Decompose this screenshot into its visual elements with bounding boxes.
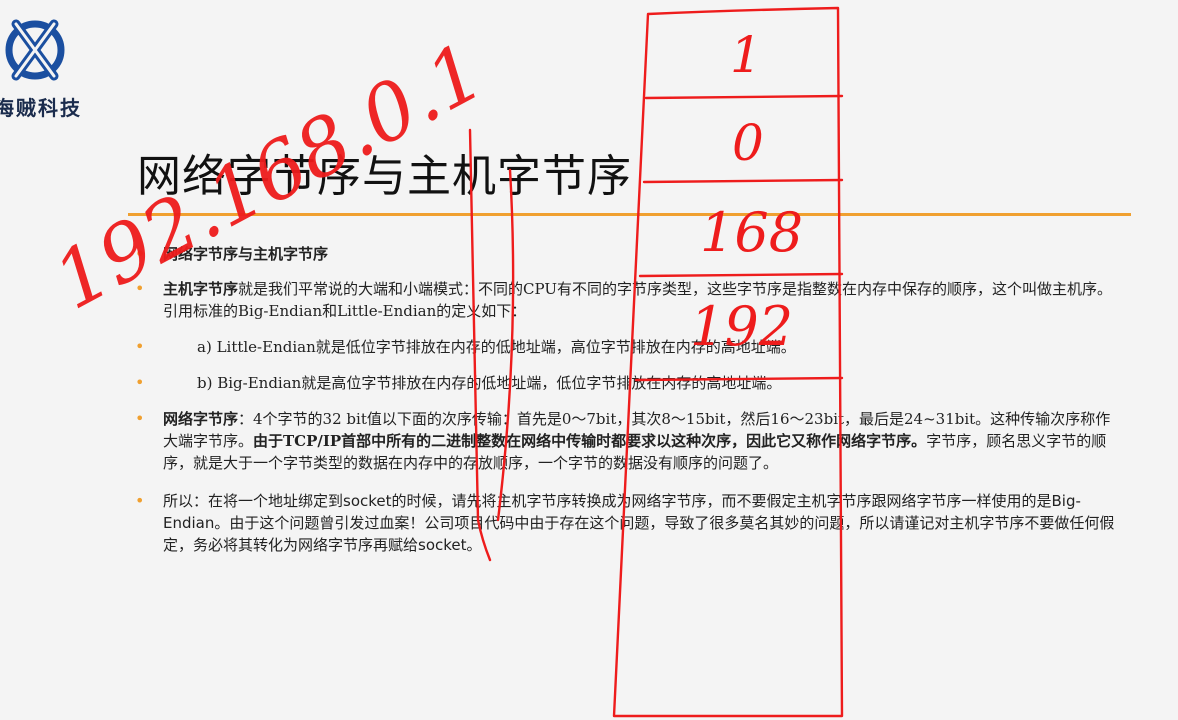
bullet-conclusion: 所以：在将一个地址绑定到socket的时候，请先将主机字节序转换成为网络字节序，… bbox=[135, 490, 1115, 556]
memory-cell-3: 168 bbox=[700, 201, 804, 264]
network-byte-order-term: 网络字节序 bbox=[163, 410, 239, 428]
bullet-heading: 网络字节序与主机字节序 bbox=[135, 243, 1115, 265]
memory-divider-1 bbox=[644, 94, 844, 100]
memory-divider-2 bbox=[642, 178, 844, 184]
memory-cell-4: 192 bbox=[690, 295, 794, 358]
bullet-little-endian: a) Little-Endian就是低位字节排放在内存的低地址端，高位字节排放在… bbox=[135, 336, 1115, 358]
bullet-network-byte-order: 网络字节序：4个字节的32 bit值以下面的次序传输：首先是0～7bit，其次8… bbox=[135, 408, 1115, 474]
logo-text: 海贼科技 bbox=[0, 96, 82, 120]
host-byte-order-text: 就是我们平常说的大端和小端模式：不同的CPU有不同的字节序类型，这些字节序是指整… bbox=[163, 280, 1112, 320]
bullet-list: 网络字节序与主机字节序 主机字节序就是我们平常说的大端和小端模式：不同的CPU有… bbox=[135, 243, 1115, 556]
network-byte-order-emphasis: 由于TCP/IP首部中所有的二进制整数在网络中传输时都要求以这种次序，因此它又称… bbox=[253, 432, 927, 450]
memory-cell-2: 0 bbox=[732, 114, 764, 172]
logo: 海贼科技 bbox=[0, 0, 90, 130]
host-byte-order-term: 主机字节序 bbox=[163, 280, 239, 298]
bullet-big-endian: b) Big-Endian就是高位字节排放在内存的低地址端，低位字节排放在内存的… bbox=[135, 372, 1115, 394]
bullet-host-byte-order: 主机字节序就是我们平常说的大端和小端模式：不同的CPU有不同的字节序类型，这些字… bbox=[135, 278, 1115, 322]
company-logo-icon bbox=[5, 19, 65, 81]
memory-cell-1: 1 bbox=[730, 26, 762, 84]
